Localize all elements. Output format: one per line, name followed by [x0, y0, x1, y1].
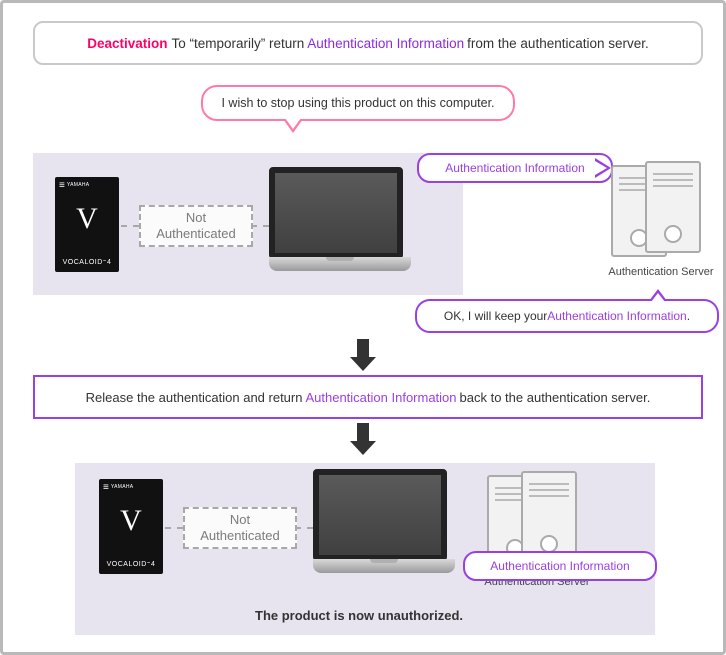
laptop-icon [313, 469, 443, 573]
down-arrow-icon [350, 339, 376, 369]
auth-info-text: Authentication Information [445, 161, 584, 175]
midbox-post: back to the authentication server. [460, 390, 651, 405]
stage1-panel: YAMAHA V VOCALOID⁼4 Not Authenticated [33, 153, 463, 295]
product-logo: V [76, 202, 98, 236]
banner-auth-info: Authentication Information [307, 36, 464, 51]
server-icon [645, 161, 701, 253]
server-speech-bubble: OK, I will keep your Authentication Info… [415, 299, 719, 333]
not-authenticated-badge: Not Authenticated [139, 205, 253, 247]
not-authenticated-badge: Not Authenticated [183, 507, 297, 549]
not-authenticated-text: Not Authenticated [156, 210, 236, 241]
server-speech-post: . [687, 309, 690, 323]
product-label: VOCALOID⁼4 [99, 560, 163, 568]
server-speech-pre: OK, I will keep your [444, 309, 547, 323]
midbox-pre: Release the authentication and return [86, 390, 303, 405]
server-label: Authentication Server [591, 266, 726, 278]
down-arrow-icon [350, 423, 376, 453]
deactivation-banner: Deactivation To “temporarily” return Aut… [33, 21, 703, 65]
laptop-icon [269, 167, 399, 271]
connector-line-2 [251, 225, 269, 227]
release-auth-box: Release the authentication and return Au… [33, 375, 703, 419]
unauthorized-text: The product is now unauthorized. [255, 608, 463, 623]
connector-line [121, 225, 139, 227]
banner-lead: Deactivation [87, 36, 167, 51]
auth-info-tag: Authentication Information [463, 551, 657, 581]
auth-info-text: Authentication Information [490, 559, 629, 573]
user-speech-bubble: I wish to stop using this product on thi… [201, 85, 515, 121]
product-label: VOCALOID⁼4 [55, 258, 119, 266]
not-authenticated-text: Not Authenticated [200, 512, 280, 543]
product-logo: V [120, 504, 142, 538]
arrow-right-icon [595, 158, 611, 178]
banner-text-2: from the authentication server. [467, 36, 649, 51]
stage2-panel: YAMAHA V VOCALOID⁼4 Not Authenticated Au… [75, 463, 655, 635]
midbox-hl: Authentication Information [305, 390, 456, 405]
server-pair-icon: Authentication Server [611, 163, 711, 258]
server-icon [521, 471, 577, 563]
user-speech-text: I wish to stop using this product on thi… [221, 96, 494, 110]
auth-info-tag-arrow: Authentication Information [417, 153, 613, 183]
diagram-frame: Deactivation To “temporarily” return Aut… [0, 0, 726, 655]
product-brand: YAMAHA [111, 484, 134, 490]
connector-line [165, 527, 183, 529]
product-box-icon: YAMAHA V VOCALOID⁼4 [55, 177, 119, 272]
connector-line [295, 527, 313, 529]
banner-text-1: To “temporarily” return [172, 36, 305, 51]
product-box-icon: YAMAHA V VOCALOID⁼4 [99, 479, 163, 574]
server-speech-hl: Authentication Information [547, 309, 686, 323]
product-brand: YAMAHA [67, 182, 90, 188]
